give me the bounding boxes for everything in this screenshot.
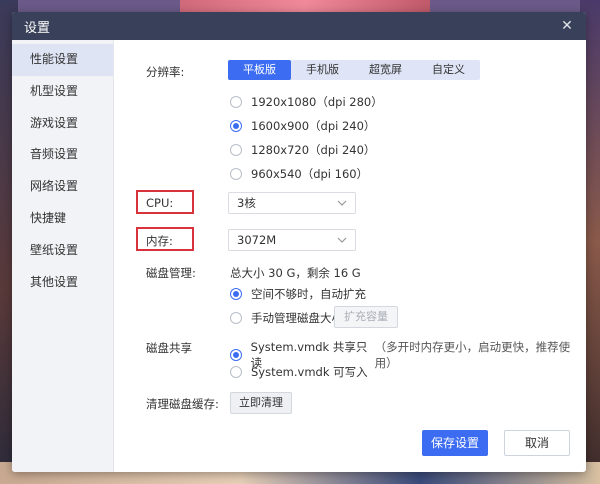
- share-readonly-hint: （多开时内存更小，启动更快，推荐使用）: [374, 340, 571, 370]
- tab-phone[interactable]: 手机版: [291, 60, 354, 80]
- disk-label: 磁盘管理:: [146, 266, 196, 280]
- resolution-tabs: 平板版 手机版 超宽屏 自定义: [228, 60, 480, 80]
- dialog-title: 设置: [24, 20, 51, 36]
- radio-button[interactable]: [230, 96, 242, 108]
- resolution-label: 分辨率:: [146, 65, 185, 79]
- share-label: 磁盘共享: [146, 341, 192, 355]
- cache-label: 清理磁盘缓存:: [146, 397, 219, 411]
- chevron-down-icon: [335, 193, 349, 213]
- resolution-option-1920[interactable]: 1920x1080（dpi 280）: [230, 94, 383, 110]
- disk-auto-expand-option[interactable]: 空间不够时，自动扩充: [230, 286, 366, 302]
- close-icon[interactable]: ✕: [558, 17, 576, 35]
- radio-button[interactable]: [230, 288, 242, 300]
- sidebar-item-device-model[interactable]: 机型设置: [12, 76, 113, 108]
- radio-button[interactable]: [230, 144, 242, 156]
- sidebar-item-game[interactable]: 游戏设置: [12, 108, 113, 140]
- chevron-down-icon: [335, 230, 349, 250]
- sidebar-item-audio[interactable]: 音频设置: [12, 139, 113, 171]
- clear-cache-button[interactable]: 立即清理: [230, 392, 292, 414]
- settings-dialog: 设置 ✕ 性能设置 机型设置 游戏设置 音频设置 网络设置 快捷键 壁纸设置 其…: [12, 12, 586, 472]
- memory-select[interactable]: 3072M: [228, 229, 356, 251]
- radio-button[interactable]: [230, 120, 242, 132]
- expand-capacity-button[interactable]: 扩充容量: [334, 306, 398, 328]
- disk-summary: 总大小 30 G，剩余 16 G: [230, 266, 361, 280]
- memory-label: 内存:: [146, 234, 173, 248]
- save-button[interactable]: 保存设置: [422, 430, 488, 456]
- title-bar: 设置 ✕: [12, 12, 586, 40]
- cancel-button[interactable]: 取消: [504, 430, 570, 456]
- tab-ultrawide[interactable]: 超宽屏: [354, 60, 417, 80]
- sidebar-item-shortcuts[interactable]: 快捷键: [12, 203, 113, 235]
- radio-button[interactable]: [230, 312, 242, 324]
- settings-sidebar: 性能设置 机型设置 游戏设置 音频设置 网络设置 快捷键 壁纸设置 其他设置: [12, 40, 114, 472]
- sidebar-item-network[interactable]: 网络设置: [12, 171, 113, 203]
- sidebar-item-wallpaper[interactable]: 壁纸设置: [12, 235, 113, 267]
- cpu-label: CPU:: [146, 196, 174, 210]
- cpu-select[interactable]: 3核: [228, 192, 356, 214]
- radio-button[interactable]: [230, 168, 242, 180]
- settings-content: 分辨率: 平板版 手机版 超宽屏 自定义 1920x1080（dpi 280） …: [114, 40, 586, 472]
- resolution-option-1280[interactable]: 1280x720（dpi 240）: [230, 142, 375, 158]
- resolution-option-960[interactable]: 960x540（dpi 160）: [230, 166, 368, 182]
- sidebar-item-other[interactable]: 其他设置: [12, 267, 113, 299]
- resolution-option-1600[interactable]: 1600x900（dpi 240）: [230, 118, 375, 134]
- radio-button[interactable]: [230, 349, 242, 361]
- share-writable-option[interactable]: System.vmdk 可写入: [230, 364, 368, 380]
- disk-manual-option[interactable]: 手动管理磁盘大小: [230, 310, 343, 326]
- radio-button[interactable]: [230, 366, 242, 378]
- sidebar-item-performance[interactable]: 性能设置: [12, 44, 113, 76]
- cpu-value: 3核: [237, 196, 256, 210]
- memory-value: 3072M: [237, 233, 277, 247]
- tab-custom[interactable]: 自定义: [417, 60, 480, 80]
- tab-tablet[interactable]: 平板版: [228, 60, 291, 80]
